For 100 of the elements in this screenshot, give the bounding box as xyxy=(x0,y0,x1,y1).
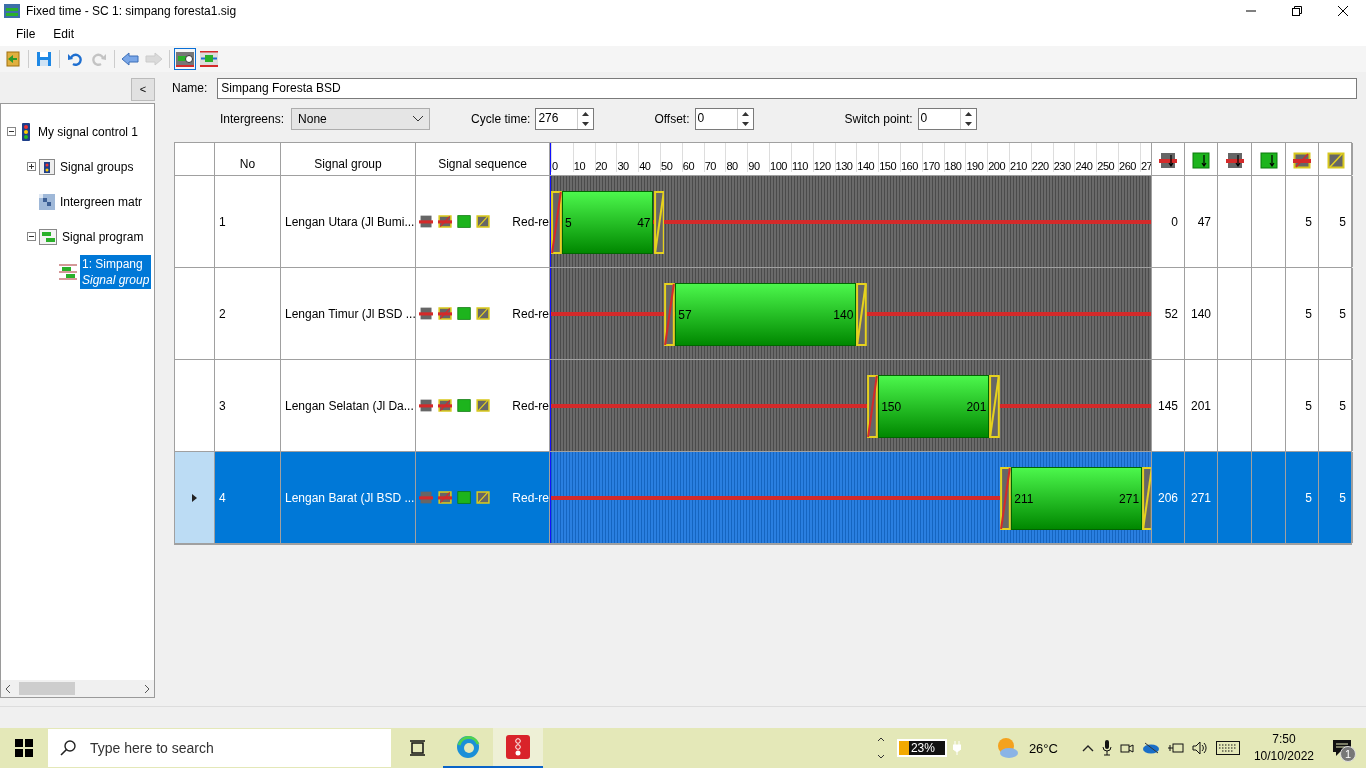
toolbar-button[interactable] xyxy=(198,48,220,70)
tree-item[interactable]: Intergreen matr xyxy=(58,192,145,211)
open-folder-icon xyxy=(5,51,21,67)
table-row[interactable]: 2 Lengan Timur (Jl BSD ... Red-re 57 140 52 140 5 5 xyxy=(175,268,1351,360)
time-tick: 27 xyxy=(1139,143,1151,172)
prepare-signal-icon xyxy=(438,397,453,414)
windows-logo-icon xyxy=(15,739,33,757)
spin-up-icon[interactable] xyxy=(741,112,749,116)
back-arrow-icon xyxy=(121,51,139,67)
spin-up-icon[interactable] xyxy=(964,112,972,116)
spin-down-icon[interactable] xyxy=(582,122,590,126)
phase-end-label: 271 xyxy=(1119,491,1140,506)
clock-date: 10/10/2022 xyxy=(1253,748,1314,765)
go-signal-icon xyxy=(457,305,472,322)
horizontal-scrollbar[interactable] xyxy=(1,680,154,697)
notification-badge: 1 xyxy=(1340,746,1356,762)
app-icon xyxy=(4,4,20,18)
table-cell: Red-re xyxy=(512,398,549,413)
offset-spinner[interactable]: 0 xyxy=(694,108,754,130)
table-cell: 271 xyxy=(1190,490,1211,505)
caution-signal-icon xyxy=(476,397,491,414)
redo-icon xyxy=(91,51,107,67)
timing-plan-icon xyxy=(59,263,77,281)
tree-item[interactable]: 1: Simpang Signal group xyxy=(80,255,152,289)
stop-end-icon xyxy=(1159,151,1177,169)
phase-end-label: 201 xyxy=(966,399,987,414)
fit-bars-icon xyxy=(200,51,218,67)
spin-up-icon[interactable] xyxy=(582,112,590,116)
expand-icon[interactable] xyxy=(27,162,36,171)
intergreens-dropdown[interactable]: None xyxy=(291,108,431,130)
table-cell: 5 xyxy=(1339,306,1346,321)
chevron-up-icon xyxy=(1081,744,1094,752)
table-cell: 145 xyxy=(1157,398,1178,413)
menu-item[interactable]: Edit xyxy=(45,25,83,43)
menu-item[interactable]: File xyxy=(8,25,44,43)
matrix-icon xyxy=(39,193,55,210)
field-label: Switch point: xyxy=(844,112,913,126)
tree-item[interactable]: Signal groups xyxy=(58,157,136,176)
scroll-left-icon[interactable] xyxy=(5,684,11,693)
table-cell: 201 xyxy=(1190,398,1211,413)
signal-app-taskbar-icon[interactable] xyxy=(493,728,543,768)
close-icon xyxy=(1338,6,1348,16)
time-tick: 200 xyxy=(987,143,1006,172)
caution-transition-box xyxy=(653,191,665,254)
scroll-right-icon[interactable] xyxy=(144,684,150,693)
table-cell: 5 xyxy=(1305,306,1312,321)
time-tick: 110 xyxy=(790,143,808,172)
table-cell: 2 xyxy=(219,306,226,321)
time-tick: 230 xyxy=(1052,143,1071,172)
restore-icon xyxy=(1292,6,1302,16)
traffic-light-icon xyxy=(19,122,33,141)
table-cell: 5 xyxy=(1305,398,1312,413)
table-row[interactable]: 4 Lengan Barat (Jl BSD ... Red-re 211 271 206 271 5 5 xyxy=(175,452,1351,544)
time-tick: 50 xyxy=(660,143,673,172)
time-tick: 180 xyxy=(943,143,962,172)
switch-point-spinner[interactable]: 0 xyxy=(917,108,977,130)
time-tick: 60 xyxy=(681,143,695,172)
go-signal-icon xyxy=(457,213,472,230)
column-header: No xyxy=(239,157,256,171)
table-cell: 5 xyxy=(1339,214,1346,229)
time-tick: 260 xyxy=(1118,143,1136,172)
column-header: Signal sequence xyxy=(438,157,527,171)
tree-item[interactable]: My signal control 1 xyxy=(36,122,141,141)
time-tick: 160 xyxy=(900,143,918,172)
clock-time: 7:50 xyxy=(1272,731,1296,748)
collapse-icon[interactable] xyxy=(27,232,36,241)
phase-start-label: 5 xyxy=(564,215,572,230)
time-tick: 150 xyxy=(878,143,897,172)
table-row[interactable]: 3 Lengan Selatan (Jl Da... Red-re 150 201 145 201 5 5 xyxy=(175,360,1351,452)
toolbar-button[interactable] xyxy=(174,48,196,70)
tree-item[interactable]: Signal program xyxy=(60,227,146,246)
notifications-button[interactable]: 1 xyxy=(1328,728,1356,768)
go-signal-icon xyxy=(457,489,472,506)
stop-signal-icon xyxy=(419,305,434,322)
cycle-time-spinner[interactable]: 276 xyxy=(535,108,595,130)
collapse-button[interactable]: < xyxy=(131,77,155,101)
prepare-signal-icon xyxy=(1293,151,1311,169)
table-cell: 5 xyxy=(1339,490,1346,505)
table-row[interactable]: 1 Lengan Utara (Jl Bumi... Red-re 5 47 0 47 5 5 xyxy=(175,176,1351,268)
table-cell: 140 xyxy=(1190,306,1211,321)
table-cell: Lengan Utara (Jl Bumi... xyxy=(285,214,415,229)
hand-grid-icon xyxy=(176,51,194,67)
table-cell: Lengan Timur (Jl BSD ... xyxy=(285,306,416,321)
time-tick: 190 xyxy=(965,143,984,172)
name-field[interactable]: Simpang Foresta BSD xyxy=(217,77,1357,99)
spin-down-icon[interactable] xyxy=(741,122,749,126)
go-end-icon xyxy=(1259,151,1278,169)
prepare-signal-icon xyxy=(438,305,453,322)
prepare-transition-box xyxy=(1000,467,1012,530)
caution-signal-icon xyxy=(476,489,491,506)
time-tick: 40 xyxy=(638,143,651,172)
taskbar-search-field[interactable]: Type here to search xyxy=(48,729,391,767)
caution-signal-icon xyxy=(476,305,491,322)
prepare-transition-box xyxy=(664,283,676,346)
table-cell: 5 xyxy=(1339,398,1346,413)
spin-down-icon[interactable] xyxy=(964,122,972,126)
collapse-icon[interactable] xyxy=(7,127,16,136)
table-cell: 206 xyxy=(1157,490,1178,505)
prepare-signal-icon xyxy=(438,489,453,506)
field-label: Cycle time: xyxy=(471,112,531,126)
